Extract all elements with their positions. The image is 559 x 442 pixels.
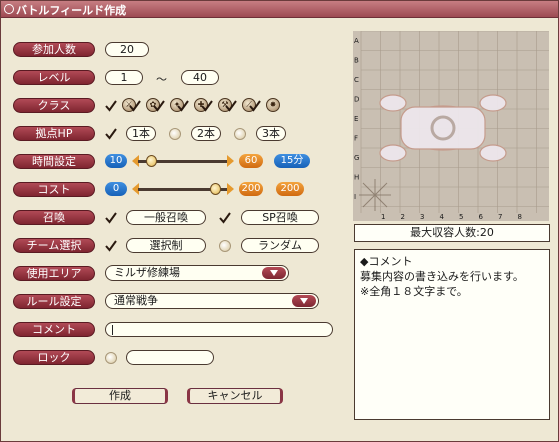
base-hp-option-1[interactable]: 1本 (126, 126, 156, 141)
area-dropdown-value: ミルザ修練場 (114, 266, 180, 279)
map-col-label: 1 (381, 213, 385, 221)
map-col-label: 5 (459, 213, 463, 221)
participants-input[interactable]: 20 (105, 42, 149, 57)
map-row-label: H (354, 174, 359, 182)
comment-panel-line2: ※全角１８文字まで。 (360, 285, 468, 298)
cancel-button[interactable]: キャンセル (187, 388, 283, 404)
label-summon: 召喚 (13, 210, 95, 225)
map-row-label: C (354, 76, 359, 84)
cost-slider-knob[interactable] (210, 183, 221, 195)
team-select-random-option[interactable]: ランダム (241, 238, 319, 253)
cost-max-value: 200 (239, 182, 263, 196)
lock-password-input[interactable] (126, 350, 214, 365)
rules-dropdown-arrow-icon[interactable] (292, 295, 316, 307)
label-area: 使用エリア (13, 266, 95, 281)
class-checkbox[interactable] (105, 100, 117, 112)
label-lock: ロック (13, 350, 95, 365)
lock-radio[interactable] (105, 352, 117, 364)
time-slider-knob[interactable] (146, 155, 157, 167)
time-min-value: 10 (105, 154, 127, 168)
cost-min-value: 0 (105, 182, 127, 196)
text-caret (112, 325, 113, 335)
class-checkbox[interactable] (177, 100, 189, 112)
comment-panel-title: ◆コメント (360, 255, 413, 268)
level-separator: 〜 (156, 73, 167, 86)
comment-panel: ◆コメント 募集内容の書き込みを行います。 ※全角１８文字まで。 (354, 249, 550, 420)
level-min-input[interactable]: 1 (105, 70, 143, 85)
map-row-label: E (354, 115, 358, 123)
base-hp-radio-3[interactable] (234, 128, 246, 140)
base-hp-radio-2[interactable] (169, 128, 181, 140)
class-checkbox[interactable] (249, 100, 261, 112)
label-rules: ルール設定 (13, 294, 95, 309)
label-team-select: チーム選択 (13, 238, 95, 253)
map-row-label: A (354, 37, 359, 45)
map-row-label: D (354, 96, 359, 104)
rules-dropdown-value: 通常戦争 (114, 294, 158, 307)
comment-panel-line1: 募集内容の書き込みを行います。 (360, 270, 524, 283)
max-capacity-display: 最大収容人数:20 (354, 224, 550, 242)
map-row-label: G (354, 154, 359, 162)
team-select-choice-checkbox[interactable] (105, 240, 117, 252)
label-time-setting: 時間設定 (13, 154, 95, 169)
map-row-label: B (354, 57, 359, 65)
map-col-label: 6 (479, 213, 484, 221)
summon-normal-option[interactable]: 一般召喚 (126, 210, 206, 225)
label-base-hp: 拠点HP (13, 126, 95, 141)
map-col-label: 2 (401, 213, 405, 221)
map-row-label: I (354, 193, 356, 201)
label-comment: コメント (13, 322, 95, 337)
time-max-value: 60 (239, 154, 263, 168)
team-select-random-radio[interactable] (219, 240, 231, 252)
area-dropdown[interactable]: ミルザ修練場 (105, 265, 289, 281)
window-title: バトルフィールド作成 (16, 4, 127, 17)
battlefield-map: A B C D E F G H I 1 2 3 4 5 6 7 8 (353, 30, 557, 227)
summon-sp-checkbox[interactable] (219, 212, 231, 224)
comment-input[interactable] (105, 322, 333, 337)
map-col-label: 8 (518, 213, 522, 221)
label-participants: 参加人数 (13, 42, 95, 57)
title-bar[interactable]: バトルフィールド作成 (1, 1, 558, 18)
class-checkbox[interactable] (129, 100, 141, 112)
base-hp-option-3[interactable]: 3本 (256, 126, 286, 141)
cost-slider[interactable] (132, 182, 234, 196)
summon-normal-checkbox[interactable] (105, 212, 117, 224)
base-hp-checkbox[interactable] (105, 128, 117, 140)
time-slider[interactable] (132, 154, 234, 168)
map-col-label: 3 (420, 213, 424, 221)
label-class: クラス (13, 98, 95, 113)
label-level: レベル (13, 70, 95, 85)
cost-selected-value: 200 (276, 182, 304, 196)
crossed-blades-class-icon[interactable]: ✸ (266, 98, 280, 112)
map-row-label: F (354, 135, 358, 143)
time-selected-value: 15分 (274, 154, 310, 168)
create-button[interactable]: 作成 (72, 388, 168, 404)
summon-sp-option[interactable]: SP召喚 (241, 210, 319, 225)
class-checkbox[interactable] (225, 100, 237, 112)
rules-dropdown[interactable]: 通常戦争 (105, 293, 319, 309)
team-select-choice-option[interactable]: 選択制 (126, 238, 206, 253)
class-checkbox[interactable] (153, 100, 165, 112)
level-max-input[interactable]: 40 (181, 70, 219, 85)
map-col-label: 4 (440, 213, 445, 221)
map-grid-svg: A B C D E F G H I 1 2 3 4 5 6 7 8 (353, 30, 557, 227)
battlefield-create-window: バトルフィールド作成 参加人数 レベル クラス 拠点HP 時間設定 コスト 召喚… (0, 0, 559, 442)
label-cost: コスト (13, 182, 95, 197)
class-checkbox[interactable] (201, 100, 213, 112)
map-col-label: 7 (498, 213, 502, 221)
base-hp-option-2[interactable]: 2本 (191, 126, 221, 141)
area-dropdown-arrow-icon[interactable] (262, 267, 286, 279)
window-icon (4, 4, 14, 14)
